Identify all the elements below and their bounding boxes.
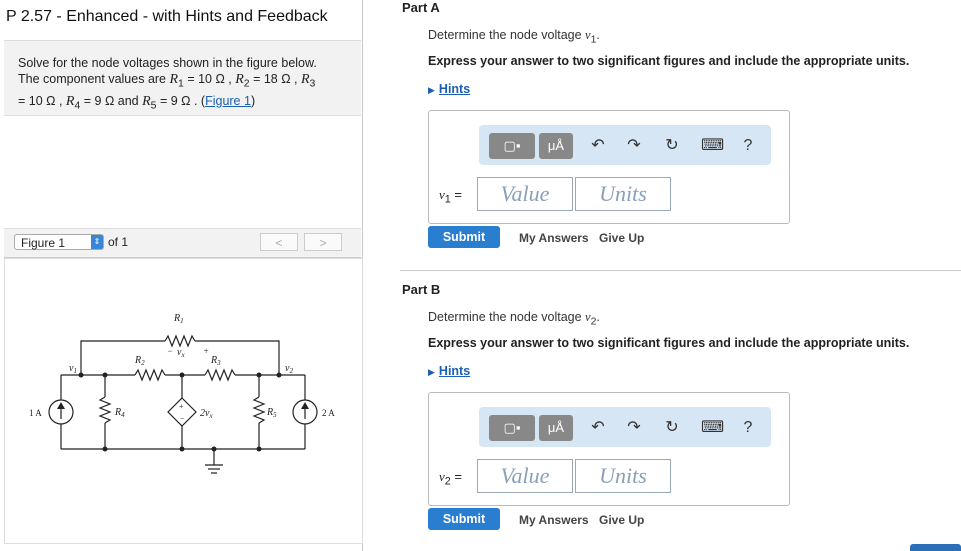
part-b-submit-button[interactable]: Submit: [428, 508, 500, 530]
svg-text:−: −: [167, 346, 173, 356]
svg-text:vx: vx: [177, 347, 185, 359]
part-b-instruction: Express your answer to two significant f…: [428, 336, 910, 350]
next-figure-button[interactable]: >: [304, 233, 342, 251]
template-button[interactable]: ▢▪: [489, 415, 535, 441]
svg-text:−: −: [180, 414, 185, 423]
part-a-hints-link[interactable]: ▶ Hints: [428, 82, 470, 96]
undo-icon[interactable]: ↶: [587, 417, 609, 439]
part-b-value-input[interactable]: Value: [477, 459, 573, 493]
problem-statement: Solve for the node voltages shown in the…: [4, 40, 361, 116]
part-a-question: Determine the node voltage v1.: [428, 28, 600, 46]
continue-button[interactable]: [910, 544, 961, 551]
svg-text:1 A: 1 A: [29, 408, 42, 418]
keyboard-icon[interactable]: ⌨: [701, 417, 724, 439]
svg-text:R4: R4: [114, 407, 125, 419]
help-button[interactable]: ?: [737, 135, 759, 157]
svg-text:v1: v1: [69, 363, 77, 375]
part-b-heading: Part B: [402, 282, 441, 297]
part-a-instruction: Express your answer to two significant f…: [428, 54, 910, 68]
figure-navigation: Figure 1 ⇕ of 1 < >: [4, 228, 361, 258]
prev-figure-button[interactable]: <: [260, 233, 298, 251]
part-b-hints-link[interactable]: ▶ Hints: [428, 364, 470, 378]
redo-icon[interactable]: ↷: [623, 135, 645, 157]
parts-panel: Part A Determine the node voltage v1. Ex…: [376, 0, 961, 551]
figure-link[interactable]: Figure 1: [205, 94, 251, 108]
part-a-variable-label: v1 =: [439, 187, 463, 206]
expand-triangle-icon: ▶: [428, 367, 435, 377]
part-a-give-up[interactable]: Give Up: [599, 231, 644, 245]
svg-text:R1: R1: [173, 313, 184, 325]
expand-triangle-icon: ▶: [428, 85, 435, 95]
part-a-heading: Part A: [402, 0, 440, 15]
part-b-toolbar: ▢▪ μÅ ↶ ↷ ↻ ⌨ ?: [479, 407, 771, 447]
units-button[interactable]: μÅ: [539, 415, 573, 441]
figure-select[interactable]: Figure 1 ⇕: [14, 234, 104, 250]
part-b-answer-box: ▢▪ μÅ ↶ ↷ ↻ ⌨ ? v2 = Value Units: [428, 392, 790, 506]
undo-icon[interactable]: ↶: [587, 135, 609, 157]
part-b-variable-label: v2 =: [439, 469, 463, 488]
part-b-units-input[interactable]: Units: [575, 459, 671, 493]
keyboard-icon[interactable]: ⌨: [701, 135, 724, 157]
help-button[interactable]: ?: [737, 417, 759, 439]
part-a-answer-box: ▢▪ μÅ ↶ ↷ ↻ ⌨ ? v1 = Value Units: [428, 110, 790, 224]
svg-text:v2: v2: [285, 363, 293, 375]
svg-text:2 A: 2 A: [322, 408, 335, 418]
figure-count: of 1: [108, 235, 129, 249]
problem-title: P 2.57 - Enhanced - with Hints and Feedb…: [6, 8, 328, 25]
template-icon: ▢▪: [503, 138, 521, 153]
part-divider: [400, 270, 961, 271]
svg-text:2vx: 2vx: [200, 408, 213, 420]
svg-text:R2: R2: [134, 355, 145, 367]
select-arrows-icon: ⇕: [91, 235, 103, 249]
part-a-submit-button[interactable]: Submit: [428, 226, 500, 248]
part-a-units-input[interactable]: Units: [575, 177, 671, 211]
svg-text:+: +: [203, 346, 209, 356]
svg-text:R5: R5: [266, 407, 277, 419]
circuit-figure: R1 − vx + R2 R3 v1 v2 R4 R5 2vx + − 1 A …: [4, 258, 363, 544]
problem-panel: P 2.57 - Enhanced - with Hints and Feedb…: [0, 0, 363, 551]
reset-icon[interactable]: ↻: [661, 417, 683, 439]
part-b-my-answers[interactable]: My Answers: [519, 513, 589, 527]
part-a-my-answers[interactable]: My Answers: [519, 231, 589, 245]
template-button[interactable]: ▢▪: [489, 133, 535, 159]
part-a-toolbar: ▢▪ μÅ ↶ ↷ ↻ ⌨ ?: [479, 125, 771, 165]
part-a-value-input[interactable]: Value: [477, 177, 573, 211]
part-b-question: Determine the node voltage v2.: [428, 310, 600, 328]
svg-text:R3: R3: [210, 355, 221, 367]
svg-text:+: +: [179, 402, 184, 411]
part-b-give-up[interactable]: Give Up: [599, 513, 644, 527]
reset-icon[interactable]: ↻: [661, 135, 683, 157]
redo-icon[interactable]: ↷: [623, 417, 645, 439]
circuit-diagram: R1 − vx + R2 R3 v1 v2 R4 R5 2vx + − 1 A …: [29, 313, 335, 474]
template-icon: ▢▪: [503, 420, 521, 435]
units-button[interactable]: μÅ: [539, 133, 573, 159]
